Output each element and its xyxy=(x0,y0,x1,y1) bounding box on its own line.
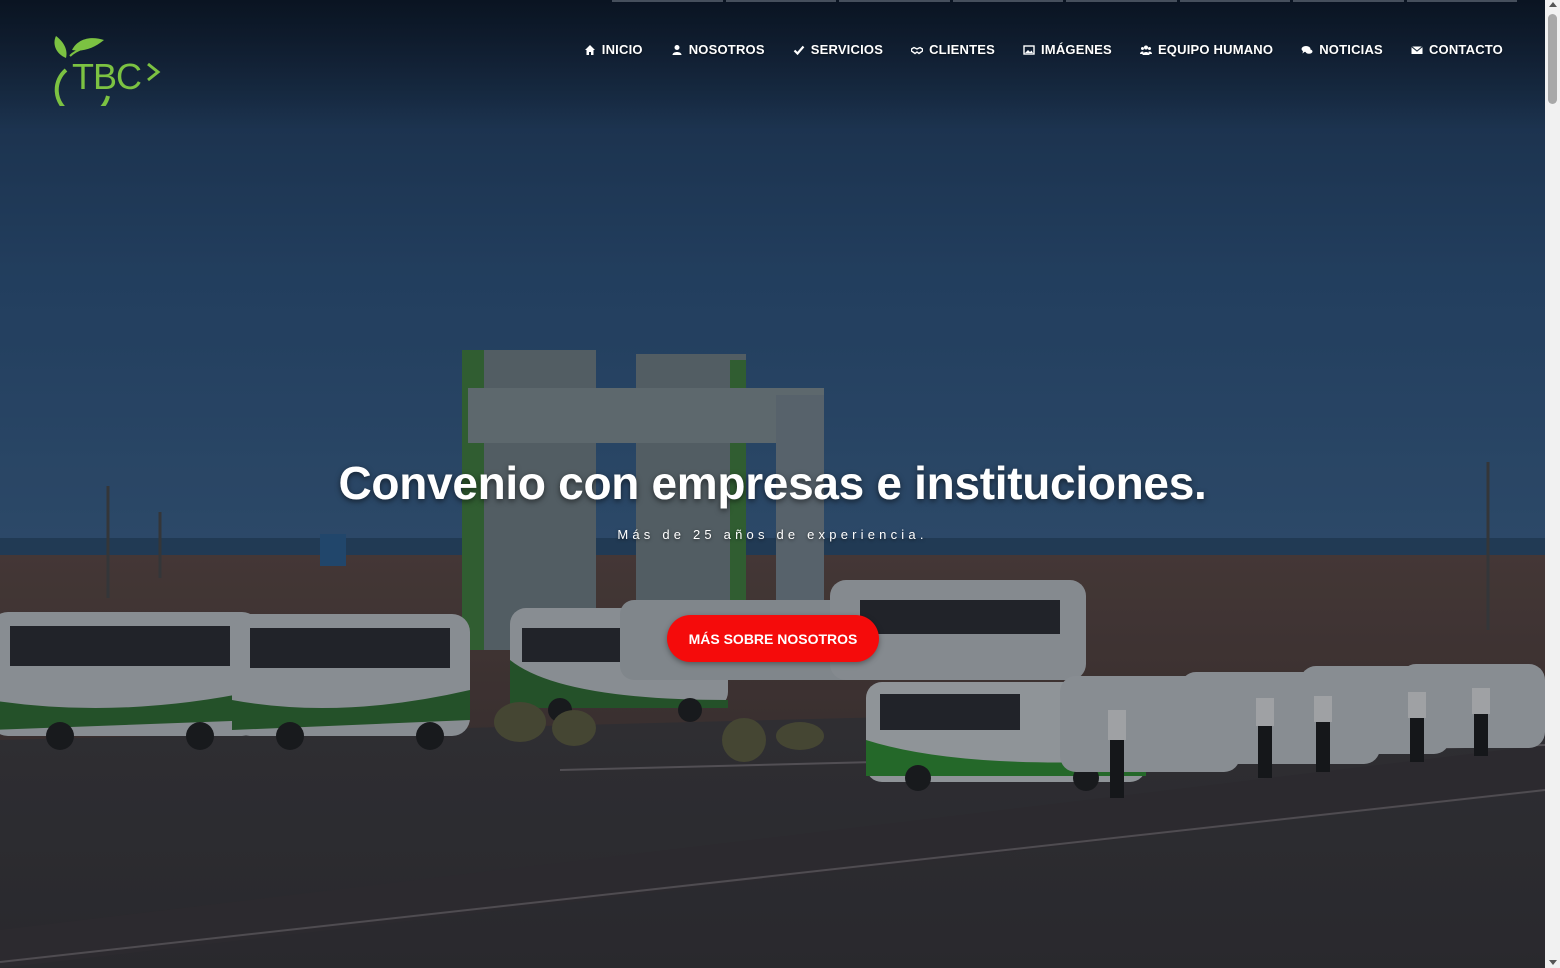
top-strip xyxy=(612,0,1517,2)
main-nav: INICIO NOSOTROS SERVICIOS CLIENTES IMÁGE… xyxy=(584,42,1503,57)
hero-section: TBC INICIO NOSOTROS SERVICIOS CLIENTES I… xyxy=(0,0,1545,968)
logo-text: TBC xyxy=(72,56,142,97)
check-icon xyxy=(793,44,805,56)
home-icon xyxy=(584,44,596,56)
envelope-icon xyxy=(1411,44,1423,56)
nav-item-clientes[interactable]: CLIENTES xyxy=(883,42,995,57)
nav-label: SERVICIOS xyxy=(810,42,884,57)
nav-item-imagenes[interactable]: IMÁGENES xyxy=(995,42,1112,57)
handshake-icon xyxy=(911,44,924,56)
nav-item-equipo-humano[interactable]: EQUIPO HUMANO xyxy=(1112,42,1273,57)
nav-label: IMÁGENES xyxy=(1040,42,1112,57)
scroll-down-arrow-icon[interactable] xyxy=(1549,960,1557,965)
nav-item-noticias[interactable]: NOTICIAS xyxy=(1273,42,1383,57)
users-icon xyxy=(1139,44,1152,56)
nav-item-contacto[interactable]: CONTACTO xyxy=(1383,42,1503,57)
tbc-logo[interactable]: TBC xyxy=(52,34,164,118)
nav-label: CLIENTES xyxy=(929,42,995,57)
nav-label: NOSOTROS xyxy=(688,42,765,57)
nav-label: EQUIPO HUMANO xyxy=(1157,42,1274,57)
hero-headline: Convenio con empresas e instituciones. xyxy=(338,457,1207,509)
nav-label: CONTACTO xyxy=(1428,42,1503,57)
hero-subheadline: Más de 25 años de experiencia. xyxy=(617,527,928,542)
nav-item-nosotros[interactable]: NOSOTROS xyxy=(643,42,765,57)
image-icon xyxy=(1023,44,1035,56)
more-about-us-button[interactable]: MÁS SOBRE NOSOTROS xyxy=(667,615,879,662)
scroll-up-arrow-icon[interactable] xyxy=(1549,2,1557,7)
user-icon xyxy=(671,44,683,56)
page-scrollbar[interactable] xyxy=(1545,0,1560,968)
nav-item-inicio[interactable]: INICIO xyxy=(584,42,643,57)
scrollbar-thumb[interactable] xyxy=(1548,14,1557,104)
nav-label: NOTICIAS xyxy=(1319,42,1383,57)
comments-icon xyxy=(1301,44,1313,56)
nav-label: INICIO xyxy=(601,42,643,57)
header-gradient xyxy=(0,0,1545,130)
nav-item-servicios[interactable]: SERVICIOS xyxy=(765,42,883,57)
